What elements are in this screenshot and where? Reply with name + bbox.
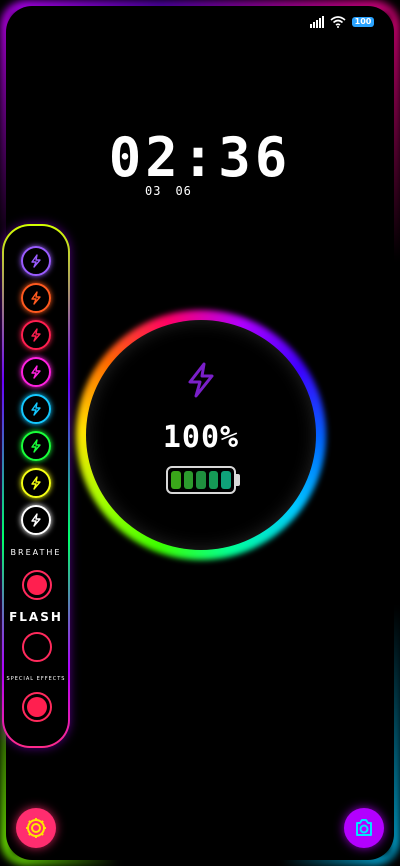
special-effects-toggle-dot bbox=[27, 697, 47, 717]
battery-icon bbox=[166, 466, 236, 494]
color-option-cyan[interactable] bbox=[21, 394, 51, 424]
color-option-rainbow[interactable] bbox=[21, 246, 51, 276]
color-option-magenta[interactable] bbox=[21, 357, 51, 387]
settings-button[interactable] bbox=[16, 808, 56, 848]
date-day: 06 bbox=[175, 184, 192, 198]
date-month: 03 bbox=[145, 184, 162, 198]
clock-time: 02:36 bbox=[108, 126, 292, 189]
bolt-icon bbox=[31, 365, 41, 379]
bolt-icon bbox=[188, 362, 214, 398]
battery-cell bbox=[183, 471, 194, 489]
flash-toggle[interactable] bbox=[22, 632, 52, 662]
bolt-icon bbox=[31, 402, 41, 416]
battery-cell bbox=[208, 471, 219, 489]
bolt-icon bbox=[31, 254, 41, 268]
side-control-panel: BREATHE FLASH SPECIAL EFFECTS bbox=[2, 224, 70, 748]
date-display: 03 06 bbox=[145, 184, 192, 198]
battery-cell bbox=[171, 471, 181, 489]
status-bar: 100 bbox=[310, 16, 374, 28]
color-option-white[interactable] bbox=[21, 505, 51, 535]
camera-icon bbox=[356, 819, 372, 836]
breathe-label: BREATHE bbox=[10, 548, 62, 557]
bolt-icon bbox=[31, 513, 41, 527]
battery-tip bbox=[236, 474, 240, 486]
special-effects-toggle[interactable] bbox=[22, 692, 52, 722]
color-option-yellow[interactable] bbox=[21, 468, 51, 498]
breathe-toggle[interactable] bbox=[22, 570, 52, 600]
charging-ring: 100% bbox=[76, 310, 326, 560]
gear-icon bbox=[26, 818, 46, 838]
battery-status-indicator: 100 bbox=[352, 17, 374, 27]
bolt-icon bbox=[31, 328, 41, 342]
color-option-orange[interactable] bbox=[21, 283, 51, 313]
signal-icon bbox=[310, 16, 324, 28]
camera-button[interactable] bbox=[344, 808, 384, 848]
color-option-red[interactable] bbox=[21, 320, 51, 350]
bolt-icon bbox=[31, 291, 41, 305]
battery-percent: 100% bbox=[162, 420, 240, 455]
special-effects-label: SPECIAL EFFECTS bbox=[6, 676, 66, 682]
bolt-icon bbox=[31, 476, 41, 490]
wifi-icon bbox=[330, 16, 346, 28]
bolt-icon bbox=[31, 439, 41, 453]
flash-label: FLASH bbox=[9, 610, 63, 624]
battery-cell bbox=[196, 471, 206, 489]
color-option-green[interactable] bbox=[21, 431, 51, 461]
breathe-toggle-dot bbox=[27, 575, 47, 595]
battery-cell bbox=[221, 471, 231, 489]
